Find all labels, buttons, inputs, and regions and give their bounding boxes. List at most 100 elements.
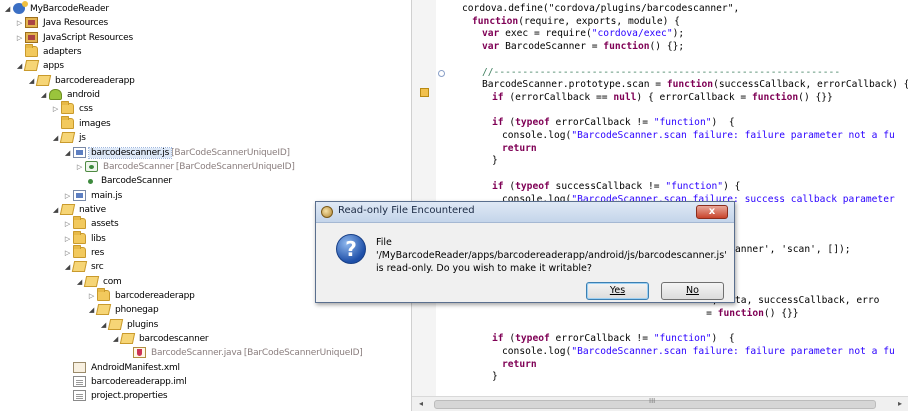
code-line[interactable]: var BarcodeScanner = function() {}; [482, 40, 684, 53]
tree-item-suffix: [BarCodeScannerUniqueID] [171, 147, 290, 158]
code-token: return [502, 358, 537, 370]
tree-item-label: images [79, 118, 111, 129]
horizontal-scrollbar[interactable]: ◂ III ▸ [412, 396, 908, 411]
code-line[interactable]: cordova.define("cordova/plugins/barcodes… [462, 2, 739, 15]
code-line[interactable]: if (typeof successCallback != "function"… [492, 180, 740, 193]
code-token: console.log( [502, 130, 572, 141]
open-folder-icon [83, 275, 100, 287]
tree-item-label: BarcodeScanner [101, 176, 172, 187]
code-token: (successCallback, errorCallback) { [713, 79, 908, 91]
code-token: errorCallback != [549, 333, 654, 345]
folder-icon [61, 101, 74, 115]
code-token: ( [503, 333, 516, 345]
code-line[interactable]: var exec = require("cordova/exec"); [482, 27, 684, 40]
tree-item-label: android [67, 90, 100, 101]
code-token: cordova.define("cordova/plugins/barcodes… [462, 3, 740, 14]
tree-item[interactable]: project.properties [0, 388, 169, 404]
folder-icon [73, 216, 86, 230]
code-token: ) { [711, 333, 735, 345]
code-token: ( [503, 117, 516, 129]
js-file-icon [73, 189, 86, 201]
code-token: (require, exports, module) { [518, 15, 680, 27]
code-token: null [613, 91, 637, 103]
tree-item-label: JavaScript Resources [43, 32, 133, 43]
code-token: successCallback != [549, 180, 666, 192]
tree-item-label: com [103, 276, 122, 287]
scroll-left-icon[interactable]: ◂ [416, 399, 426, 409]
tree-item-label: BarcodeScanner.java [151, 348, 242, 359]
folder-icon [97, 288, 110, 301]
tree-item-label: js [79, 133, 86, 144]
code-line[interactable]: return [502, 358, 537, 371]
code-token: ( [503, 180, 516, 192]
code-token: if [492, 117, 504, 129]
code-token: function [603, 41, 650, 53]
code-text[interactable]: cordova.define("cordova/plugins/barcodes… [452, 0, 908, 408]
read-only-dialog: Read-only File Encountered x ? File '/My… [315, 201, 735, 303]
tree-item-label: css [79, 104, 93, 115]
library-icon [25, 31, 38, 43]
code-token: () {}} [798, 91, 833, 103]
yes-button[interactable]: Yes [586, 282, 649, 300]
code-line[interactable]: } [492, 154, 498, 167]
no-button-label: No [686, 285, 699, 296]
code-token: console.log( [502, 345, 572, 357]
code-line[interactable]: console.log("BarcodeScanner.scan failure… [502, 345, 895, 358]
code-token: exec = require( [499, 28, 592, 40]
folder-icon [73, 230, 86, 244]
code-line[interactable]: if (typeof errorCallback != "function") … [492, 332, 735, 345]
xml-file-icon [73, 361, 86, 373]
yes-button-label: Yes [609, 285, 626, 296]
code-token: "cordova/exec" [591, 28, 673, 40]
code-line[interactable]: } [492, 370, 498, 383]
js-class-icon [85, 160, 98, 172]
code-token: if [492, 180, 504, 192]
code-token: } [492, 155, 498, 167]
code-line[interactable]: if (errorCallback == null) { errorCallba… [492, 91, 833, 104]
code-line[interactable]: if (typeof errorCallback != "function") … [492, 116, 735, 129]
close-button[interactable]: x [696, 205, 728, 219]
open-folder-icon [107, 318, 124, 330]
warning-marker-icon[interactable] [420, 88, 429, 97]
js-file-icon [73, 146, 86, 158]
tree-item-suffix: [BarCodeScannerUniqueID] [175, 161, 295, 172]
code-token: } [492, 371, 498, 383]
dialog-title: Read-only File Encountered [338, 205, 475, 216]
folder-icon [61, 115, 74, 129]
android-icon [49, 89, 62, 101]
tree-item-label: libs [91, 233, 106, 244]
fold-toggle-icon[interactable] [438, 70, 445, 77]
code-token: typeof [515, 117, 550, 129]
project-icon [13, 1, 28, 14]
scrollbar-thumb[interactable]: III [434, 397, 876, 409]
question-icon: ? [336, 234, 366, 264]
code-token: "BarcodeScanner.scan failure: failure pa… [571, 130, 895, 141]
code-line[interactable]: = function() {}} [452, 307, 798, 320]
dialog-message: File '/MyBarcodeReader/apps/barcodereade… [376, 237, 727, 274]
dialog-titlebar[interactable]: Read-only File Encountered x [316, 202, 734, 223]
code-line[interactable]: console.log("BarcodeScanner.scan failure… [502, 129, 895, 142]
open-folder-icon [71, 261, 88, 273]
tree-item-label: barcodescanner.js [87, 146, 173, 159]
document-icon [73, 390, 86, 402]
code-token: "function" [665, 180, 724, 192]
code-token: function [666, 79, 714, 91]
tree-item-label: src [91, 262, 104, 273]
folder-icon [25, 44, 38, 58]
code-line[interactable]: BarcodeScanner.prototype.scan = function… [482, 78, 908, 91]
code-token: BarcodeScanner.prototype.scan = [482, 79, 667, 91]
code-line[interactable]: function(require, exports, module) { [472, 15, 680, 28]
code-token: () {}; [649, 41, 685, 53]
open-folder-icon [119, 333, 136, 345]
open-folder-icon [95, 304, 112, 316]
code-line[interactable]: return [502, 142, 537, 155]
open-folder-icon [23, 60, 40, 72]
code-token: //--------------------------------------… [482, 66, 841, 78]
code-line[interactable]: //--------------------------------------… [482, 66, 840, 79]
no-button[interactable]: No [661, 282, 724, 300]
code-token: function [717, 307, 764, 319]
scroll-right-icon[interactable]: ▸ [895, 399, 905, 409]
code-token: "BarcodeScanner.scan failure: failure pa… [571, 345, 895, 357]
tree-item-label: native [79, 204, 106, 215]
code-token: return [502, 142, 537, 154]
